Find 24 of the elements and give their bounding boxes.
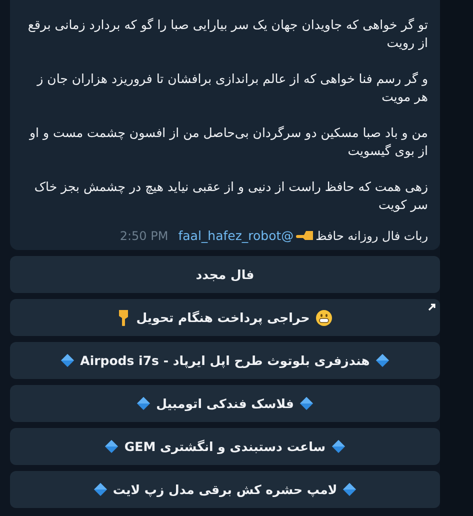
- grin-emoji-icon: [316, 310, 332, 326]
- link-button[interactable]: فلاسک فندکی اتومبیل: [10, 385, 440, 422]
- diamond-icon: [137, 397, 150, 410]
- diamond-icon: [332, 440, 345, 453]
- reply-button[interactable]: فال مجدد: [10, 256, 440, 293]
- diamond-icon: [300, 397, 313, 410]
- poem-verse: من و باد صبا مسکین دو سرگردان بی‌حاصل من از افسون چشمت مست و او از بوی گیسویت: [28, 124, 428, 160]
- diamond-icon: [94, 483, 107, 496]
- link-button[interactable]: ساعت دستبندی و انگشتری GEM: [10, 428, 440, 465]
- poem-verse: تو گر خواهی که جاویدان جهان یک سر بیارایی صبا را گو که بردارد زمانی برقع از رویت: [26, 16, 428, 52]
- message-time: 2:50 PM: [120, 228, 168, 242]
- poem-verse: و گر رسم فنا خواهی که از عالم براندازی برافشان تا فروریزد هزاران جان ز هر مویت: [36, 70, 428, 106]
- diamond-icon: [376, 354, 389, 367]
- link-button[interactable]: هندزفری بلوتوث طرح اپل ایرپاد - Airpods i7s: [10, 342, 440, 379]
- signature-text: ربات فال روزانه حافظ: [316, 228, 428, 242]
- link-button[interactable]: حراجی پرداخت هنگام تحویل: [10, 299, 440, 336]
- bot-mention-link[interactable]: @faal_hafez_robot: [178, 228, 294, 243]
- diamond-icon: [105, 440, 118, 453]
- hand-pointing-left-icon: [296, 230, 314, 241]
- diamond-icon: [343, 483, 356, 496]
- link-button[interactable]: لامپ حشره کش برقی مدل زپ لایت: [10, 471, 440, 508]
- poem-verse: زهی همت که حافظ راست از دنیی و از عقبی نیاید هیچ در چشمش بجز خاک سر کویت: [33, 178, 428, 214]
- diamond-icon: [61, 354, 74, 367]
- link-arrow-icon: [428, 303, 436, 311]
